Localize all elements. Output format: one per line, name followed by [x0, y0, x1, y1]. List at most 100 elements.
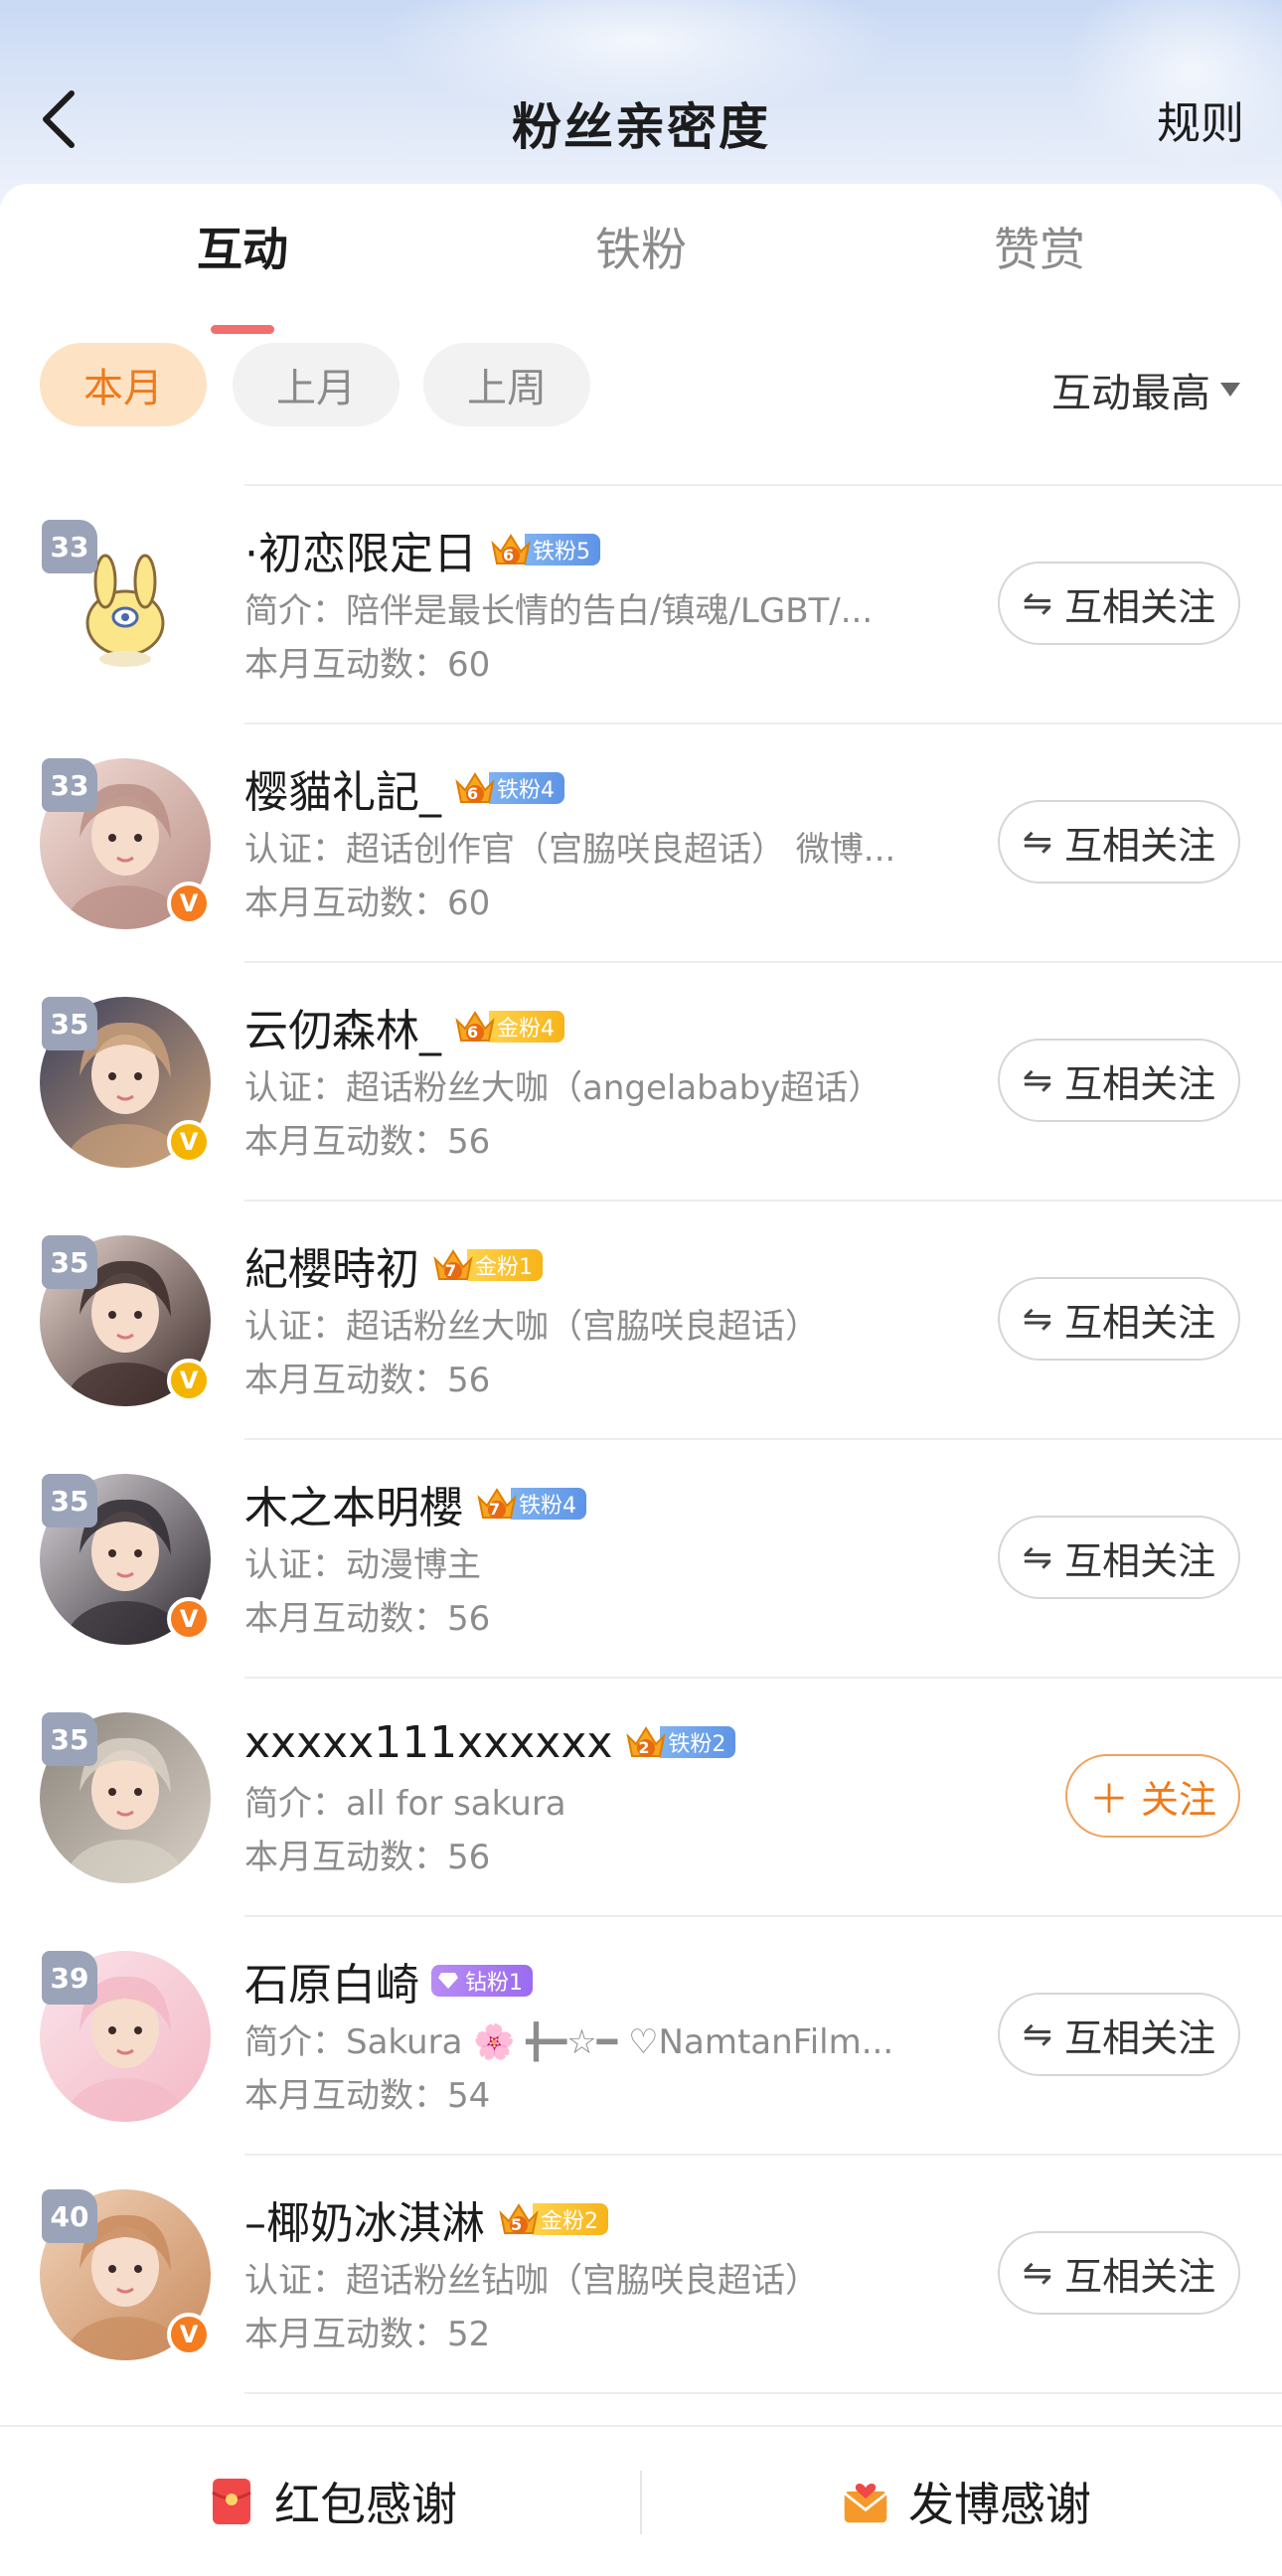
diamond-icon	[438, 1973, 458, 1989]
fan-name[interactable]: 紀櫻時初	[244, 1233, 419, 1297]
fan-description: 认证：超话创作官（宫脇咲良超话） 微博...	[244, 830, 896, 870]
fan-description: 认证：超话粉丝大咖（宫脇咲良超话）	[244, 1307, 819, 1347]
fan-name[interactable]: 木之本明櫻	[244, 1472, 463, 1535]
redpacket-thanks-button[interactable]: 红包感谢	[207, 2467, 457, 2536]
fan-badge-level: 5	[511, 2215, 523, 2234]
mutual-follow-button[interactable]: ⇋ 互相关注	[998, 1993, 1240, 2076]
interaction-count: 本月互动数：56	[244, 1361, 491, 1400]
fan-row[interactable]: 40 V –椰奶冰淇淋 5 金粉2 认证：超话粉丝钻咖（宫脇咲良超话） 本月互动数：52 ⇋ 互…	[0, 2154, 1282, 2392]
interaction-count: 本月互动数：60	[244, 645, 491, 685]
verified-badge-icon: V	[167, 2313, 211, 2356]
fan-badge-label: 钻粉1	[465, 1971, 523, 1996]
post-thanks-button[interactable]: 发博感谢	[841, 2467, 1091, 2536]
active-tab-indicator	[211, 325, 274, 334]
fan-row[interactable]: 33 V 樱貓礼記_ 6 铁粉4 认证：超话创作官（宫脇咲良超话） 微博... 本月互动数：…	[0, 723, 1282, 961]
post-thanks-label: 发博感谢	[908, 2478, 1091, 2531]
fan-row[interactable]: 35 V 木之本明櫻 7 铁粉4 认证：动漫博主 本月互动数：56 ⇋ 互相关注	[0, 1438, 1282, 1677]
crown-icon: 6	[489, 530, 533, 569]
fan-description: 简介：all for sakura	[244, 1784, 566, 1824]
fan-description: 认证：超话粉丝大咖（angelababy超话）	[244, 1068, 882, 1108]
rank-badge: 39	[42, 1951, 97, 2005]
fan-name[interactable]: ·初恋限定日	[244, 518, 477, 581]
main-card: 互动 铁粉 赞赏 本月 上月 上周 互动最高 33 ·初恋限定日 6 铁粉5 简介：陪伴…	[0, 184, 1282, 2576]
fan-level-badge: 钻粉1	[431, 1963, 533, 1999]
fan-row[interactable]: 35 V 云仞森林_ 6 金粉4 认证：超话粉丝大咖（angelababy超话） 本月互动数…	[0, 961, 1282, 1200]
mutual-follow-button[interactable]: ⇋ 互相关注	[998, 2231, 1240, 2315]
fan-name[interactable]: 云仞森林_	[244, 995, 441, 1058]
avatar-container[interactable]: 35 V	[40, 1474, 211, 1645]
verified-badge-icon: V	[167, 1597, 211, 1641]
avatar-container[interactable]: 35 V	[40, 997, 211, 1168]
tab-interaction[interactable]: 互动	[143, 214, 342, 279]
mutual-follow-button[interactable]: ⇋ 互相关注	[998, 1277, 1240, 1361]
follow-button-label: 关注	[1140, 1777, 1216, 1822]
fan-badge-level: 6	[467, 1023, 479, 1042]
interaction-count: 本月互动数：56	[244, 1838, 491, 1877]
mutual-arrows-icon: ⇋	[1022, 2013, 1053, 2055]
avatar-container[interactable]: 33	[40, 520, 211, 691]
tab-appreciation[interactable]: 赞赏	[940, 214, 1139, 279]
follow-button[interactable]: ＋关注	[1065, 1754, 1240, 1838]
rules-link[interactable]: 规则	[1157, 87, 1244, 151]
fan-badge-label: 铁粉2	[668, 1732, 726, 1757]
avatar-container[interactable]: 33 V	[40, 758, 211, 929]
interaction-count: 本月互动数：56	[244, 1599, 491, 1639]
fan-badge-level: 7	[489, 1500, 501, 1519]
mutual-follow-label: 互相关注	[1064, 823, 1216, 868]
fan-level-badge: 7 铁粉4	[475, 1486, 586, 1522]
verified-badge-icon: V	[167, 882, 211, 925]
sort-label: 互动最高	[1051, 371, 1210, 416]
mutual-arrows-icon: ⇋	[1022, 1536, 1053, 1578]
mutual-follow-label: 互相关注	[1064, 1538, 1216, 1583]
fan-name[interactable]: –椰奶冰淇淋	[244, 2187, 485, 2251]
name-line: ·初恋限定日 6 铁粉5	[244, 520, 600, 579]
fan-row[interactable]: 35 xxxxx111xxxxxx 2 铁粉2 简介：all for sakura 本月互…	[0, 1677, 1282, 1915]
mutual-follow-button[interactable]: ⇋ 互相关注	[998, 1039, 1240, 1122]
avatar-container[interactable]: 35 V	[40, 1235, 211, 1406]
filter-last-month[interactable]: 上月	[233, 343, 400, 426]
fan-level-badge: 6 金粉4	[453, 1009, 564, 1045]
avatar-container[interactable]: 35	[40, 1712, 211, 1883]
mutual-arrows-icon: ⇋	[1022, 821, 1053, 863]
fan-badge-level: 6	[503, 546, 515, 564]
fan-badge-label: 金粉4	[497, 1017, 555, 1042]
mutual-arrows-icon: ⇋	[1022, 582, 1053, 624]
mutual-follow-label: 互相关注	[1064, 2015, 1216, 2060]
crown-icon: 5	[497, 2199, 541, 2239]
fan-level-badge: 5 金粉2	[497, 2201, 608, 2237]
sort-dropdown[interactable]: 互动最高	[1051, 361, 1240, 418]
page-title: 粉丝亲密度	[512, 98, 770, 156]
mutual-follow-button[interactable]: ⇋ 互相关注	[998, 562, 1240, 645]
mutual-follow-button[interactable]: ⇋ 互相关注	[998, 800, 1240, 884]
filter-this-month[interactable]: 本月	[40, 343, 207, 426]
fan-level-badge: 6 铁粉5	[489, 532, 600, 567]
avatar-container[interactable]: 39	[40, 1951, 211, 2122]
tab-bar: 互动 铁粉 赞赏	[0, 214, 1282, 334]
name-line: 樱貓礼記_ 6 铁粉4	[244, 758, 564, 818]
fan-badge-label: 金粉1	[475, 1255, 533, 1280]
verified-badge-icon: V	[167, 1120, 211, 1164]
fan-name[interactable]: xxxxx111xxxxxx	[244, 1717, 612, 1768]
fan-row[interactable]: 35 V 紀櫻時初 7 金粉1 认证：超话粉丝大咖（宫脇咲良超话） 本月互动数：56 ⇋ 互相关…	[0, 1200, 1282, 1438]
mutual-follow-button[interactable]: ⇋ 互相关注	[998, 1516, 1240, 1599]
mutual-arrows-icon: ⇋	[1022, 1059, 1053, 1101]
fan-badge-level: 7	[445, 1261, 457, 1280]
fan-badge-label: 金粉2	[541, 2209, 598, 2234]
interaction-count: 本月互动数：60	[244, 884, 491, 923]
tab-iron-fans[interactable]: 铁粉	[542, 214, 740, 279]
mutual-follow-label: 互相关注	[1064, 2254, 1216, 2299]
fan-badge-level: 2	[638, 1738, 650, 1757]
filter-last-week[interactable]: 上周	[423, 343, 590, 426]
fan-name[interactable]: 石原白崎	[244, 1949, 419, 2012]
envelope-heart-icon	[843, 2484, 888, 2523]
fan-name[interactable]: 樱貓礼記_	[244, 756, 441, 820]
crown-icon: 7	[431, 1245, 475, 1285]
fan-badge-label: 铁粉5	[533, 540, 590, 564]
name-line: xxxxx111xxxxxx 2 铁粉2	[244, 1712, 736, 1772]
fan-row[interactable]: 39 石原白崎 钻粉1 简介：Sakura 🌸 ╋━☆━ ♡NamtanFilm...…	[0, 1915, 1282, 2154]
red-packet-icon	[212, 2479, 251, 2524]
rank-badge: 35	[42, 997, 97, 1050]
avatar-container[interactable]: 40 V	[40, 2189, 211, 2360]
caret-down-icon	[1220, 383, 1240, 397]
fan-row[interactable]: 33 ·初恋限定日 6 铁粉5 简介：陪伴是最长情的告白/镇魂/LGBT/... 本月互动…	[0, 484, 1282, 723]
